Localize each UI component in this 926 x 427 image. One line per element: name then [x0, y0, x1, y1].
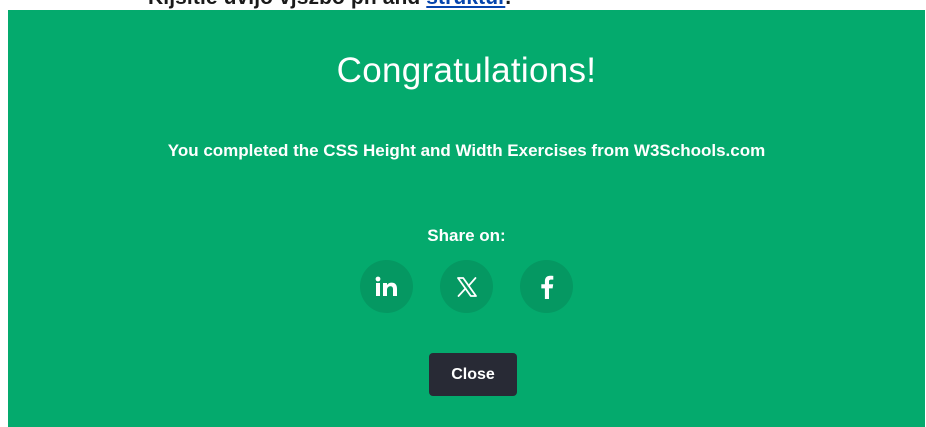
close-button[interactable]: Close [429, 353, 517, 396]
page: Kijsitie uvijo vjszbo pn and struktur. C… [0, 0, 926, 427]
background-page-partial-text: Kijsitie uvijo vjszbo pn and [148, 0, 420, 9]
x-twitter-icon [456, 276, 477, 297]
share-x-button[interactable] [440, 260, 493, 313]
share-label: Share on: [427, 226, 506, 245]
background-page-link[interactable]: struktur [426, 0, 505, 9]
share-facebook-button[interactable] [520, 260, 573, 313]
congratulations-modal: Congratulations! You completed the CSS H… [8, 10, 925, 427]
completion-message: You completed the CSS Height and Width E… [167, 141, 766, 160]
background-page-text: Kijsitie uvijo vjszbo pn and struktur. [148, 0, 511, 10]
share-linkedin-button[interactable] [360, 260, 413, 313]
modal-title: Congratulations! [336, 51, 597, 90]
share-buttons [8, 260, 925, 314]
linkedin-icon [375, 276, 397, 296]
facebook-icon [540, 275, 553, 299]
